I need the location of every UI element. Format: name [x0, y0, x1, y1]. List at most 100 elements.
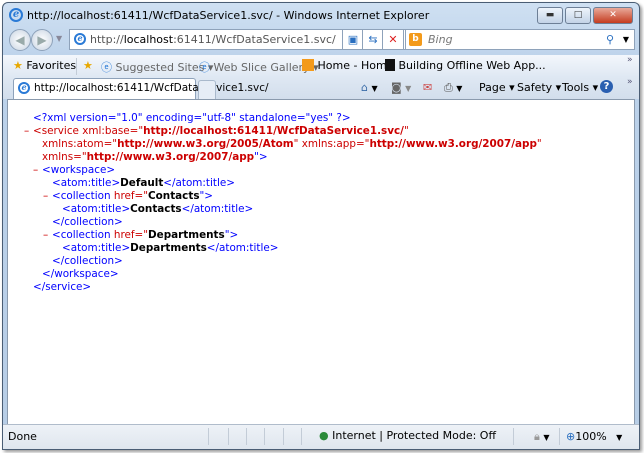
search-placeholder: Bing [428, 33, 453, 46]
favorite-label: Building Offline Web App... [398, 59, 546, 72]
tab-label: http://localhost:61411/WcfDataService1.s… [34, 82, 269, 94]
address-host: localhost [123, 33, 174, 46]
stop-icon[interactable]: ✕ [382, 29, 404, 50]
compatibility-view-icon[interactable]: ▣ [342, 29, 364, 50]
collapse-toggle[interactable]: – [43, 229, 48, 242]
status-bar: Done ● Internet | Protected Mode: Off 🔒︎… [3, 424, 639, 449]
forward-button[interactable]: ▶ [31, 29, 53, 51]
favorite-web-slice-gallery[interactable]: ⓔ Web Slice Gallery ▾ [199, 59, 319, 75]
xml-token: Default [120, 177, 164, 189]
xml-token: http://www.w3.org/2005/Atom [117, 138, 294, 150]
collapse-toggle[interactable]: – [24, 125, 29, 138]
favorites-bar: ★ Favorites ★ ⓔ Suggested Sites ▾ ⓔ Web … [3, 55, 639, 77]
navigation-bar: ◀ ▶ ▼ e http://localhost:61411/WcfDataSe… [3, 27, 639, 53]
print-icon[interactable]: ⎙ ▼ [444, 81, 462, 95]
xml-token: <atom:title> [62, 242, 131, 254]
xml-token: <service xml:base=" [33, 125, 144, 137]
new-tab-button[interactable] [198, 80, 216, 99]
page-menu[interactable]: Page ▾ [479, 81, 515, 94]
xml-token: <atom:title> [62, 203, 131, 215]
xml-token: "> [199, 190, 214, 202]
xml-token: xmlns=" [42, 151, 87, 163]
security-zone[interactable]: ● Internet | Protected Mode: Off [319, 429, 496, 442]
tools-menu[interactable]: Tools ▾ [562, 81, 598, 94]
xml-token: xmlns:atom=" [42, 138, 118, 150]
address-rest: :61411/WcfDataService1.svc/ [173, 33, 336, 46]
more-favorites-icon[interactable]: » [627, 55, 633, 65]
xml-token: " [403, 125, 409, 137]
protected-mode-icon[interactable]: 🔒︎ ▼ [534, 430, 550, 444]
xml-token: <atom:title> [52, 177, 121, 189]
feeds-icon[interactable]: ◙ ▼ [391, 81, 411, 94]
xml-token: </collection> [52, 255, 123, 267]
xml-token: </atom:title> [206, 242, 279, 254]
xml-token: <?xml version="1.0" encoding="utf-8" sta… [33, 112, 351, 124]
xml-token: href=" [113, 229, 149, 241]
favorite-label: Home - Home [317, 59, 394, 72]
zoom-text: 100% [575, 430, 607, 443]
xml-token: <workspace> [42, 164, 116, 176]
xml-token: " xmlns:app=" [293, 138, 370, 150]
page-icon: e [18, 82, 30, 94]
xml-token: </service> [33, 281, 92, 293]
ie-logo-icon: e [9, 8, 23, 22]
search-options-dropdown-icon[interactable]: ▼ [623, 30, 629, 49]
xml-token: <collection [52, 190, 114, 202]
site-icon [302, 59, 314, 71]
zoom-icon: ⊕ [566, 430, 576, 443]
globe-icon: ● [319, 429, 329, 442]
tab-active[interactable]: e http://localhost:61411/WcfDataService1… [13, 78, 269, 99]
favorite-building-offline[interactable]: Building Offline Web App... [385, 59, 546, 72]
read-mail-icon[interactable]: ✉ [423, 81, 432, 94]
site-icon [385, 59, 395, 71]
xml-token: http://localhost:61411/WcfDataService1.s… [143, 125, 404, 137]
xml-token: "> [224, 229, 239, 241]
bing-logo-icon: b [409, 33, 422, 46]
xml-token: <collection [52, 229, 114, 241]
recent-pages-dropdown-icon[interactable]: ▼ [56, 34, 62, 43]
collapse-toggle[interactable]: – [43, 190, 48, 203]
star-icon: ★ [13, 59, 23, 72]
search-icon[interactable]: ⚲ [606, 30, 614, 49]
xml-token: http://www.w3.org/2007/app [86, 151, 255, 163]
xml-token: </workspace> [42, 268, 119, 280]
ie-page-icon: ⓔ [199, 61, 210, 74]
collapse-toggle[interactable]: – [33, 164, 38, 177]
title-bar: e http://localhost:61411/WcfDataService1… [3, 3, 639, 27]
zone-text: Internet | Protected Mode: Off [332, 429, 497, 442]
xml-token: Departments [130, 242, 207, 254]
favorites-button[interactable]: ★ Favorites [13, 59, 76, 72]
ie-window: e http://localhost:61411/WcfDataService1… [2, 2, 640, 450]
xml-token: http://www.w3.org/2007/app [369, 138, 537, 150]
xml-token: Contacts [148, 190, 200, 202]
ie-page-icon: ⓔ [101, 61, 112, 74]
status-text: Done [8, 430, 37, 443]
zoom-level[interactable]: ⊕100% ▼ [566, 430, 622, 443]
back-button[interactable]: ◀ [9, 29, 31, 51]
add-to-favorites-icon[interactable]: ★ [83, 59, 93, 72]
window-title: http://localhost:61411/WcfDataService1.s… [27, 9, 430, 22]
home-icon[interactable]: ⌂ ▼ [361, 81, 378, 94]
close-button[interactable]: ✕ [593, 7, 633, 24]
address-prefix: http:// [90, 33, 124, 46]
safety-menu[interactable]: Safety ▾ [517, 81, 561, 94]
page-content: <?xml version="1.0" encoding="utf-8" sta… [7, 99, 635, 426]
xml-token: </atom:title> [181, 203, 254, 215]
xml-token: </atom:title> [163, 177, 235, 189]
maximize-button[interactable]: □ [565, 7, 591, 24]
xml-token: href=" [113, 190, 149, 202]
help-icon[interactable]: ? [600, 80, 613, 93]
refresh-icon[interactable]: ⇆ [362, 29, 384, 50]
tab-bar: e http://localhost:61411/WcfDataService1… [3, 77, 639, 99]
more-commands-icon[interactable]: » [627, 77, 633, 87]
favorite-suggested-sites[interactable]: ⓔ Suggested Sites ▾ [101, 59, 213, 75]
xml-token: Departments [148, 229, 225, 241]
xml-token: " [536, 138, 542, 150]
minimize-button[interactable]: ▬ [537, 7, 563, 24]
xml-token: "> [254, 151, 268, 163]
favorite-home[interactable]: Home - Home [302, 59, 393, 72]
favorites-label: Favorites [26, 59, 77, 72]
search-input[interactable]: b Bing ⚲ ▼ [405, 29, 635, 50]
page-icon: e [74, 33, 86, 45]
xml-token: Contacts [130, 203, 182, 215]
